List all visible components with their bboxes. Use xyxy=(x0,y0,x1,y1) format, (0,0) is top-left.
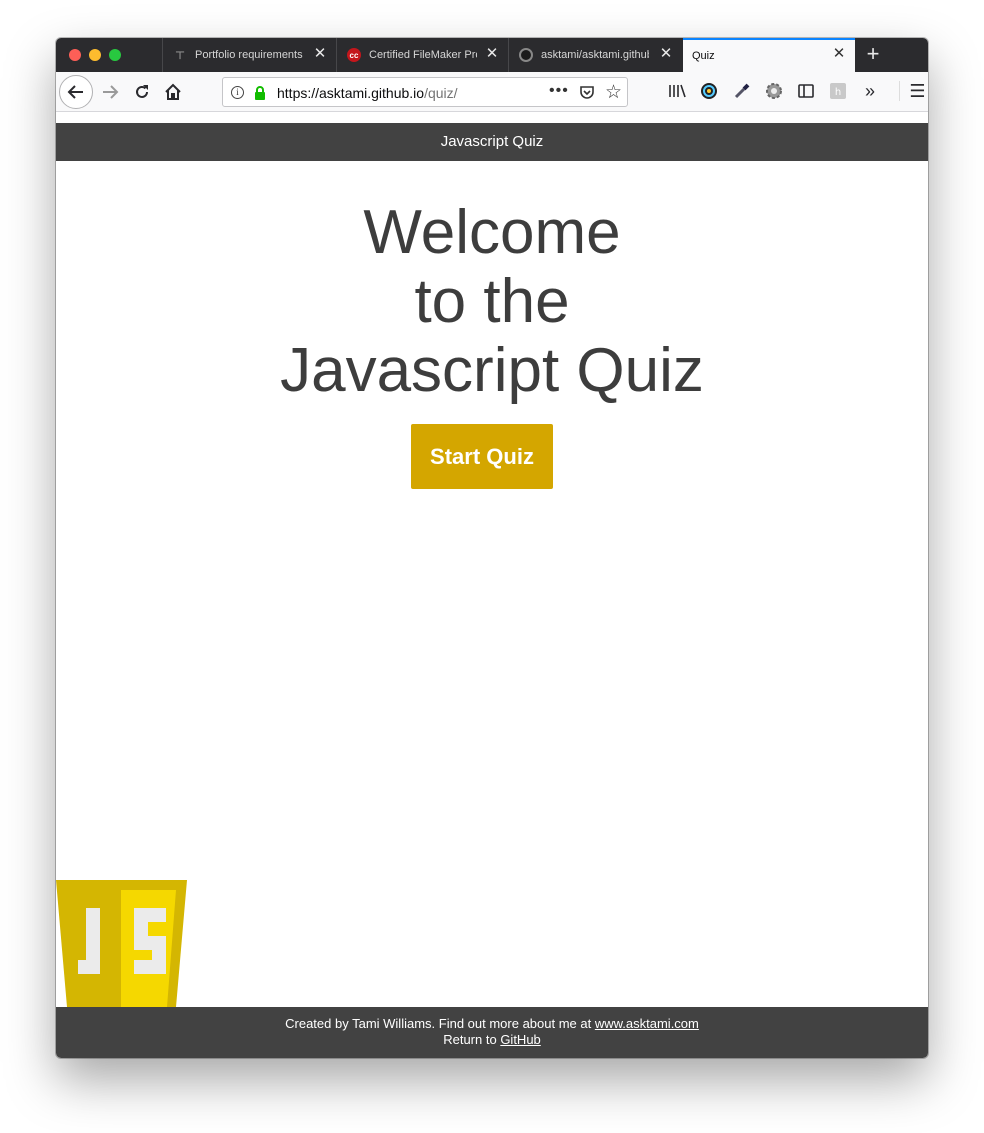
close-tab-icon[interactable]: ✕ xyxy=(658,46,674,62)
url-host: https://asktami.github.io xyxy=(277,85,425,101)
url-text[interactable]: https://asktami.github.io/quiz/ xyxy=(277,85,458,101)
tab-filemaker[interactable]: cc Certified FileMaker Pro ✕ xyxy=(336,38,508,72)
welcome-line-1: Welcome xyxy=(363,198,621,267)
browser-window: ⊤ Portfolio requirements ✕ cc Certified … xyxy=(56,38,928,1058)
overflow-chevron-icon[interactable]: » xyxy=(860,81,880,101)
tab-strip: ⊤ Portfolio requirements ✕ cc Certified … xyxy=(56,38,928,72)
footer-credit-text: Created by Tami Williams. Find out more … xyxy=(285,1016,595,1031)
tab-portfolio[interactable]: ⊤ Portfolio requirements ✕ xyxy=(162,38,336,72)
footer-return-line: Return to GitHub xyxy=(56,1032,928,1048)
eyedropper-icon[interactable] xyxy=(732,81,752,101)
extension-icon[interactable]: h xyxy=(828,81,848,101)
page-footer: Created by Tami Williams. Find out more … xyxy=(56,1007,928,1058)
site-info-icon[interactable]: i xyxy=(231,86,244,99)
welcome-heading: Welcome to the Javascript Quiz xyxy=(56,198,928,405)
settings-extension-icon[interactable] xyxy=(764,81,784,101)
reader-sidebar-icon[interactable] xyxy=(796,81,816,101)
github-link[interactable]: GitHub xyxy=(500,1032,540,1047)
tab-title: asktami/asktami.github xyxy=(541,49,649,61)
url-path: /quiz/ xyxy=(424,85,458,101)
asktami-site-link[interactable]: www.asktami.com xyxy=(595,1016,699,1031)
navigation-toolbar: i https://asktami.github.io/quiz/ ••• ☆ xyxy=(56,72,928,112)
hamburger-menu-icon[interactable]: ☰ xyxy=(899,81,927,101)
page-content: Javascript Quiz Welcome to the Javascrip… xyxy=(56,123,928,1058)
close-window-button[interactable] xyxy=(69,49,81,61)
tab-title: Certified FileMaker Pro xyxy=(369,49,477,61)
svg-text:h: h xyxy=(835,87,841,98)
tab-github[interactable]: asktami/asktami.github ✕ xyxy=(508,38,682,72)
back-button[interactable] xyxy=(59,75,93,109)
footer-credit-line: Created by Tami Williams. Find out more … xyxy=(56,1016,928,1032)
forward-button[interactable] xyxy=(96,78,124,106)
page-header: Javascript Quiz xyxy=(56,123,928,161)
tab-title: Portfolio requirements xyxy=(195,49,303,61)
close-tab-icon[interactable]: ✕ xyxy=(831,46,847,62)
page-actions-icon[interactable]: ••• xyxy=(549,82,569,100)
start-quiz-button[interactable]: Start Quiz xyxy=(411,424,553,489)
portfolio-icon: ⊤ xyxy=(174,49,186,62)
new-tab-button[interactable]: + xyxy=(862,43,884,65)
close-tab-icon[interactable]: ✕ xyxy=(312,46,328,62)
color-extension-icon[interactable] xyxy=(699,81,719,101)
url-bar[interactable]: i https://asktami.github.io/quiz/ ••• ☆ xyxy=(222,77,628,107)
welcome-line-3: Javascript Quiz xyxy=(280,336,704,405)
close-tab-icon[interactable]: ✕ xyxy=(484,46,500,62)
lock-icon[interactable] xyxy=(254,86,266,105)
home-icon xyxy=(165,83,181,100)
bookmark-star-icon[interactable]: ☆ xyxy=(605,81,622,104)
tab-title: Quiz xyxy=(692,50,715,62)
library-icon[interactable] xyxy=(667,81,687,101)
footer-return-text: Return to xyxy=(443,1032,501,1047)
minimize-window-button[interactable] xyxy=(89,49,101,61)
github-icon xyxy=(519,48,533,62)
welcome-line-2: to the xyxy=(414,267,570,336)
reload-button[interactable] xyxy=(128,78,156,106)
reload-icon xyxy=(136,85,148,98)
javascript-logo xyxy=(56,880,187,1007)
back-arrow-icon xyxy=(67,85,83,99)
pocket-icon[interactable] xyxy=(579,84,595,105)
home-button[interactable] xyxy=(159,78,187,106)
cc-icon: cc xyxy=(347,48,361,62)
tab-quiz[interactable]: Quiz ✕ xyxy=(683,38,855,72)
forward-arrow-icon xyxy=(103,85,119,99)
zoom-window-button[interactable] xyxy=(109,49,121,61)
